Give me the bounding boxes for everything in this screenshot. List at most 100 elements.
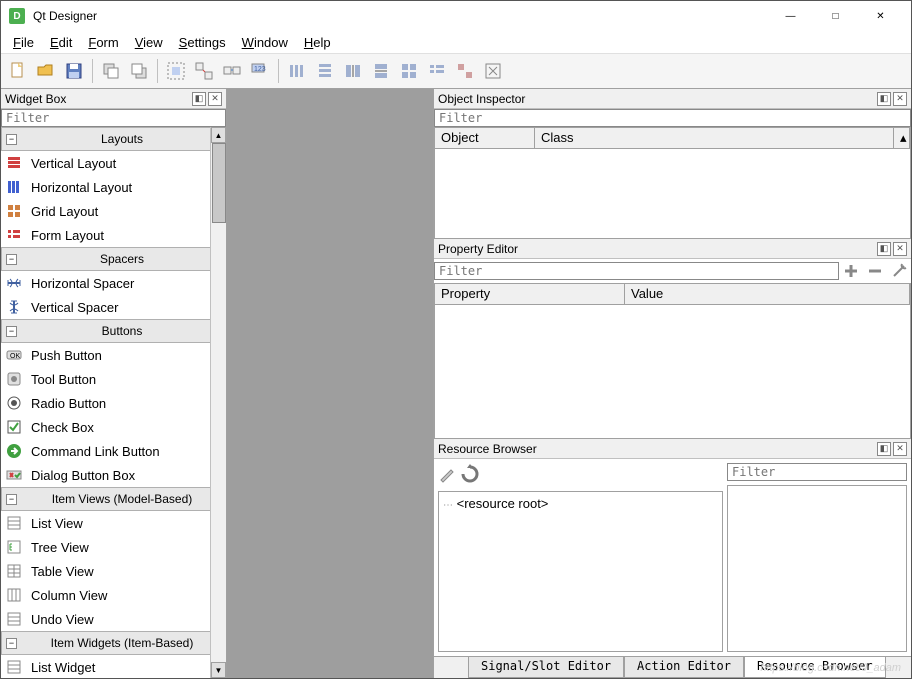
add-property-button[interactable] bbox=[839, 260, 863, 282]
break-layout-button[interactable] bbox=[452, 58, 478, 84]
widget-category[interactable]: −Layouts bbox=[1, 127, 226, 151]
widget-category[interactable]: −Item Widgets (Item-Based) bbox=[1, 631, 226, 655]
class-column-header[interactable]: Class bbox=[535, 128, 894, 148]
tab-signal-slot-editor[interactable]: Signal/Slot Editor bbox=[468, 657, 624, 678]
widget-category[interactable]: −Spacers bbox=[1, 247, 226, 271]
menu-edit[interactable]: Edit bbox=[42, 33, 80, 52]
widget-box-filter-input[interactable] bbox=[1, 109, 226, 127]
resource-browser-close-button[interactable]: ✕ bbox=[893, 442, 907, 456]
widget-item[interactable]: OKPush Button bbox=[1, 343, 226, 367]
layout-grid-button[interactable] bbox=[396, 58, 422, 84]
remove-property-button[interactable] bbox=[863, 260, 887, 282]
edit-tab-order-button[interactable]: 123 bbox=[247, 58, 273, 84]
property-editor-body[interactable] bbox=[434, 305, 911, 439]
object-column-header[interactable]: Object bbox=[435, 128, 535, 148]
widget-item[interactable]: Radio Button bbox=[1, 391, 226, 415]
save-button[interactable] bbox=[61, 58, 87, 84]
widget-item[interactable]: Tree View bbox=[1, 535, 226, 559]
layout-vertical-button[interactable] bbox=[312, 58, 338, 84]
menu-view[interactable]: View bbox=[127, 33, 171, 52]
property-editor-panel: Property Editor ◧ ✕ Property Value bbox=[434, 239, 911, 439]
menu-window[interactable]: Window bbox=[234, 33, 296, 52]
send-to-back-button[interactable] bbox=[98, 58, 124, 84]
collapse-icon[interactable]: − bbox=[6, 494, 17, 505]
adjust-size-button[interactable] bbox=[480, 58, 506, 84]
new-form-button[interactable] bbox=[5, 58, 31, 84]
minimize-button[interactable]: — bbox=[768, 2, 813, 30]
scroll-down-button[interactable]: ▼ bbox=[211, 662, 226, 678]
object-inspector-close-button[interactable]: ✕ bbox=[893, 92, 907, 106]
hlayout-icon bbox=[5, 178, 23, 196]
widget-box-close-button[interactable]: ✕ bbox=[208, 92, 222, 106]
object-inspector-filter-input[interactable] bbox=[434, 109, 911, 127]
object-inspector-body[interactable] bbox=[434, 149, 911, 239]
menu-file[interactable]: File bbox=[5, 33, 42, 52]
radio-icon bbox=[5, 394, 23, 412]
collapse-icon[interactable]: − bbox=[6, 638, 17, 649]
tab-action-editor[interactable]: Action Editor bbox=[624, 657, 744, 678]
window-title: Qt Designer bbox=[33, 9, 768, 23]
layout-horizontal-button[interactable] bbox=[284, 58, 310, 84]
scroll-up-icon[interactable]: ▴ bbox=[894, 128, 910, 148]
menu-form[interactable]: Form bbox=[80, 33, 126, 52]
property-editor-close-button[interactable]: ✕ bbox=[893, 242, 907, 256]
widget-item[interactable]: Column View bbox=[1, 583, 226, 607]
resource-toolbar bbox=[438, 463, 723, 487]
collapse-icon[interactable]: − bbox=[6, 326, 17, 337]
resource-filter-input[interactable] bbox=[727, 463, 907, 481]
menu-help[interactable]: Help bbox=[296, 33, 339, 52]
resource-browser-header: Resource Browser ◧ ✕ bbox=[434, 439, 911, 459]
reload-resources-button[interactable] bbox=[460, 464, 480, 487]
resource-browser-panel: Resource Browser ◧ ✕ ⋯ <resource root> bbox=[434, 439, 911, 678]
widget-item[interactable]: Dialog Button Box bbox=[1, 463, 226, 487]
svg-text:123: 123 bbox=[254, 66, 266, 73]
bring-to-front-button[interactable] bbox=[126, 58, 152, 84]
widget-item[interactable]: Grid Layout bbox=[1, 199, 226, 223]
edit-buddies-button[interactable] bbox=[219, 58, 245, 84]
property-editor-float-button[interactable]: ◧ bbox=[877, 242, 891, 256]
widget-box-float-button[interactable]: ◧ bbox=[192, 92, 206, 106]
value-column-header[interactable]: Value bbox=[625, 284, 910, 304]
widget-item[interactable]: Undo View bbox=[1, 607, 226, 631]
collapse-icon[interactable]: − bbox=[6, 254, 17, 265]
widget-item[interactable]: Command Link Button bbox=[1, 439, 226, 463]
object-inspector-float-button[interactable]: ◧ bbox=[877, 92, 891, 106]
widget-item[interactable]: Tool Button bbox=[1, 367, 226, 391]
menu-settings[interactable]: Settings bbox=[171, 33, 234, 52]
mdi-area[interactable] bbox=[227, 89, 433, 678]
widget-box-scrollbar[interactable]: ▲ ▼ bbox=[210, 127, 226, 678]
widget-item[interactable]: Horizontal Spacer bbox=[1, 271, 226, 295]
maximize-button[interactable]: □ bbox=[813, 2, 858, 30]
widget-item-label: Command Link Button bbox=[31, 444, 160, 459]
widget-category[interactable]: −Item Views (Model-Based) bbox=[1, 487, 226, 511]
widget-item[interactable]: Vertical Layout bbox=[1, 151, 226, 175]
widget-item[interactable]: List Widget bbox=[1, 655, 226, 678]
widget-item[interactable]: Check Box bbox=[1, 415, 226, 439]
widget-item[interactable]: List View bbox=[1, 511, 226, 535]
collapse-icon[interactable]: − bbox=[6, 134, 17, 145]
widget-category[interactable]: −Buttons bbox=[1, 319, 226, 343]
widget-item[interactable]: Form Layout bbox=[1, 223, 226, 247]
scroll-thumb[interactable] bbox=[212, 143, 226, 223]
layout-horizontal-splitter-button[interactable] bbox=[340, 58, 366, 84]
open-button[interactable] bbox=[33, 58, 59, 84]
resource-preview[interactable] bbox=[727, 485, 907, 652]
layout-vertical-splitter-button[interactable] bbox=[368, 58, 394, 84]
widget-item[interactable]: Table View bbox=[1, 559, 226, 583]
edit-widgets-button[interactable] bbox=[163, 58, 189, 84]
widget-list[interactable]: −LayoutsVertical LayoutHorizontal Layout… bbox=[1, 127, 226, 678]
edit-resources-button[interactable] bbox=[438, 465, 456, 486]
layout-form-button[interactable] bbox=[424, 58, 450, 84]
toolbtn-icon bbox=[5, 370, 23, 388]
close-button[interactable]: ✕ bbox=[858, 2, 903, 30]
configure-button[interactable] bbox=[887, 260, 911, 282]
widget-box-panel: Widget Box ◧ ✕ −LayoutsVertical LayoutHo… bbox=[1, 89, 227, 678]
property-editor-filter-input[interactable] bbox=[434, 262, 839, 280]
scroll-up-button[interactable]: ▲ bbox=[211, 127, 226, 143]
property-column-header[interactable]: Property bbox=[435, 284, 625, 304]
resource-tree[interactable]: ⋯ <resource root> bbox=[438, 491, 723, 652]
widget-item[interactable]: Vertical Spacer bbox=[1, 295, 226, 319]
resource-browser-float-button[interactable]: ◧ bbox=[877, 442, 891, 456]
widget-item[interactable]: Horizontal Layout bbox=[1, 175, 226, 199]
edit-signals-button[interactable] bbox=[191, 58, 217, 84]
